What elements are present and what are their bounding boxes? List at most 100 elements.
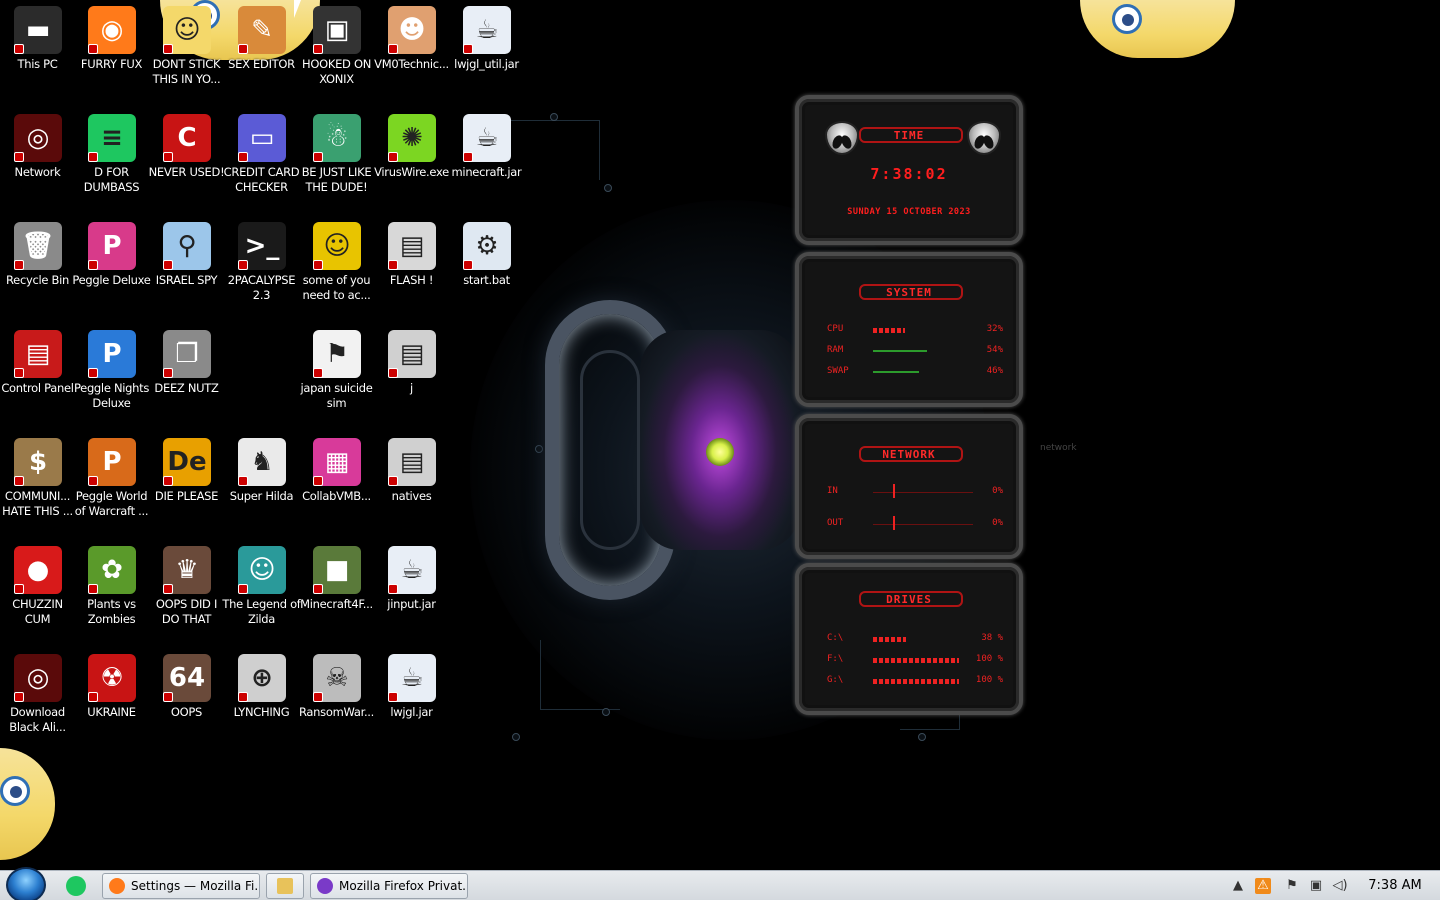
grass-block-icon: ■ xyxy=(313,546,361,594)
shortcut-arrow-icon xyxy=(88,584,98,594)
portrait-icon: 64 xyxy=(163,654,211,702)
firefox-icon: ◉ xyxy=(88,6,136,54)
network-tray-icon[interactable]: ▣ xyxy=(1308,878,1324,894)
desktop-icon[interactable]: ☺ DONT STICK THIS IN YO... xyxy=(149,0,224,108)
network-stat-label: IN xyxy=(827,486,838,496)
desktop-icon[interactable]: De DIE PLEASE xyxy=(149,432,224,540)
desktop-icon[interactable]: ♞ Super Hilda xyxy=(224,432,299,540)
desktop-icon[interactable]: C NEVER USED! xyxy=(149,108,225,216)
desktop-icon[interactable]: ■ Minecraft4F... xyxy=(299,540,374,648)
game-icon: ▣ xyxy=(313,6,361,54)
gadget-drives-panel[interactable]: DRIVES C:\ 38 % F:\ 100 % G:\ 100 % xyxy=(795,563,1023,715)
desktop-icon-label: minecraft.jar xyxy=(451,165,522,179)
desktop-icon[interactable]: ✎ SEX EDITOR xyxy=(224,0,299,108)
book-icon: ▤ xyxy=(388,222,436,270)
desktop-icon[interactable]: ⚑ japan suicide sim xyxy=(299,324,374,432)
action-center-icon[interactable]: ⚑ xyxy=(1284,878,1300,894)
desktop-icon[interactable]: ☺ The Legend of Zilda xyxy=(222,540,301,648)
cartoon-sticker xyxy=(1080,0,1235,58)
desktop-icon-label: Peggle Nights Deluxe xyxy=(73,381,150,410)
desktop-icon[interactable]: >_ 2PACALYPSE 2.3 xyxy=(224,216,299,324)
desktop-icon[interactable]: ● CHUZZIN CUM xyxy=(0,540,75,648)
desktop-icon[interactable]: ▬ This PC xyxy=(0,0,75,108)
desktop-icon-label: lwjgl.jar xyxy=(390,705,433,719)
system-stat-row: SWAP 46% xyxy=(827,366,1003,380)
desktop-icon[interactable]: 🗑 Recycle Bin xyxy=(0,216,75,324)
gadget-time-panel[interactable]: TIME 7:38:02 SUNDAY 15 OCTOBER 2023 xyxy=(795,95,1023,245)
desktop-icon-label: Plants vs Zombies xyxy=(87,597,136,626)
gadget-system-panel[interactable]: SYSTEM CPU 32% RAM 54% SWAP 46% xyxy=(795,252,1023,407)
desktop-icon-label: lwjgl_util.jar xyxy=(454,57,519,71)
desktop-icon[interactable]: ▤ j xyxy=(374,324,449,432)
desktop-icon[interactable]: P Peggle Deluxe xyxy=(72,216,151,324)
shortcut-arrow-icon xyxy=(238,584,248,594)
desktop-icon[interactable]: ◎ Network xyxy=(0,108,75,216)
shortcut-arrow-icon xyxy=(388,44,398,54)
desktop-icon[interactable]: ▦ CollabVMB... xyxy=(299,432,374,540)
desktop-icon[interactable]: ▤ Control Panel xyxy=(0,324,75,432)
shortcut-arrow-icon xyxy=(163,584,173,594)
desktop-icon[interactable]: ☻ VM0Technic... xyxy=(374,0,449,108)
desktop-icon-label: natives xyxy=(391,489,432,503)
desktop-icon[interactable]: ▤ natives xyxy=(374,432,449,540)
desktop-icon[interactable]: ⊕ LYNCHING xyxy=(224,648,299,756)
desktop-icon-label: DEEZ NUTZ xyxy=(154,381,219,395)
volume-icon[interactable]: ◁) xyxy=(1332,878,1348,894)
desktop-icon[interactable]: ☕ lwjgl_util.jar xyxy=(449,0,524,108)
desktop-icon[interactable]: ✺ VirusWire.exe xyxy=(374,108,449,216)
desktop-icon[interactable]: ≡ D FOR DUMBASS xyxy=(74,108,149,216)
desktop-icon[interactable]: $ COMMUNI... HATE THIS ... xyxy=(0,432,75,540)
desktop-icon[interactable]: ☠ RansomWar... xyxy=(299,648,374,756)
shortcut-arrow-icon xyxy=(14,260,24,270)
gadget-drives-title: DRIVES xyxy=(886,593,932,606)
show-hidden-icons-icon[interactable]: ▲ xyxy=(1230,878,1246,894)
desktop-icon[interactable]: ◉ FURRY FUX xyxy=(74,0,149,108)
drive-stat-row: G:\ 100 % xyxy=(827,675,1003,689)
gadget-system-title: SYSTEM xyxy=(886,286,932,299)
desktop-icon[interactable]: ▭ CREDIT CARD CHECKER xyxy=(224,108,300,216)
chuzzle-icon: ● xyxy=(14,546,62,594)
firefox-private-icon xyxy=(317,878,333,894)
desktop-icon[interactable]: ☕ jinput.jar xyxy=(374,540,449,648)
shortcut-arrow-icon xyxy=(88,260,98,270)
taskbar-clock[interactable]: 7:38 AM xyxy=(1360,871,1430,900)
desktop-icon[interactable]: ✿ Plants vs Zombies xyxy=(74,540,149,648)
recycle-bin-icon: 🗑 xyxy=(14,222,62,270)
network-stat-value: 0% xyxy=(992,486,1003,496)
wallpaper-node xyxy=(535,445,543,453)
taskbar-window-button[interactable]: Mozilla Firefox Privat... xyxy=(310,873,468,899)
desktop-icon[interactable]: ▣ HOOKED ON XONIX xyxy=(299,0,374,108)
desktop-icon[interactable]: ◎ Download Black Ali... xyxy=(0,648,75,756)
taskbar-window-button[interactable]: Settings — Mozilla Fi... xyxy=(102,873,260,899)
desktop-icon[interactable]: ☕ minecraft.jar xyxy=(449,108,524,216)
desktop-icon-label: UKRAINE xyxy=(87,705,136,719)
desktop-icon[interactable]: ⚲ ISRAEL SPY xyxy=(149,216,224,324)
spotify-icon[interactable] xyxy=(66,876,86,896)
shortcut-arrow-icon xyxy=(313,584,323,594)
desktop-icon-label: LYNCHING xyxy=(233,705,290,719)
tray-app-icon[interactable]: ⚠ xyxy=(1255,878,1271,894)
book-icon: ▤ xyxy=(388,438,436,486)
network-stat-label: OUT xyxy=(827,518,844,528)
desktop-icon[interactable]: ⚙ start.bat xyxy=(449,216,524,324)
desktop-icon[interactable]: 64 OOPS xyxy=(149,648,224,756)
desktop-icon[interactable]: ☕ lwjgl.jar xyxy=(374,648,449,756)
desktop-icon[interactable]: ❐ DEEZ NUTZ xyxy=(149,324,224,432)
desktop-icon[interactable]: ♛ OOPS DID I DO THAT xyxy=(149,540,224,648)
desktop-icon-label: Minecraft4F... xyxy=(300,597,373,611)
desktop-icon[interactable]: P Peggle World of Warcraft ... xyxy=(74,432,149,540)
taskbar-window-button[interactable] xyxy=(266,873,304,899)
start-button[interactable] xyxy=(6,867,46,900)
desktop-icon[interactable]: ☃ BE JUST LIKE THE DUDE! xyxy=(299,108,374,216)
desktop-icon[interactable]: ☢ UKRAINE xyxy=(74,648,149,756)
system-stat-value: 32% xyxy=(986,324,1003,334)
desktop-icon-label: DONT STICK THIS IN YO... xyxy=(152,57,221,86)
shortcut-arrow-icon xyxy=(238,692,248,702)
desktop-icon-label: OOPS DID I DO THAT xyxy=(155,597,218,626)
gadget-network-panel[interactable]: NETWORK IN 0% OUT 0% xyxy=(795,414,1023,559)
desktop-icon[interactable]: ☺ some of you need to ac... xyxy=(299,216,374,324)
desktop-icon[interactable]: P Peggle Nights Deluxe xyxy=(74,324,149,432)
desktop-icon[interactable]: ▤ FLASH ! xyxy=(374,216,449,324)
taskbar: Settings — Mozilla Fi... Mozilla Firefox … xyxy=(0,867,1440,900)
drive-usage-value: 100 % xyxy=(975,675,1003,685)
